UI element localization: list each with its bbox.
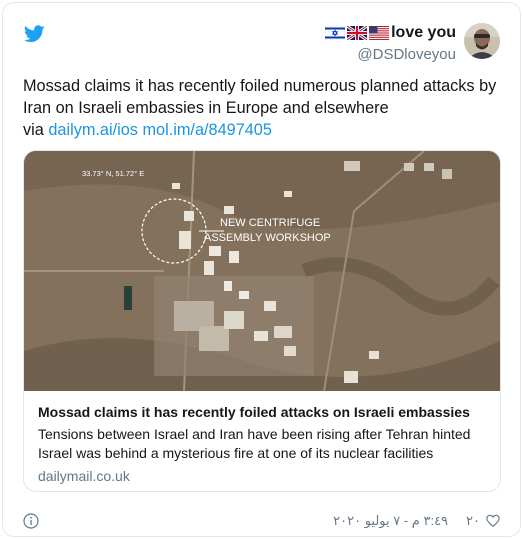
card-domain: dailymail.co.uk (38, 468, 130, 484)
tweet-card[interactable]: love you @DSDloveyou Mossad claims it ha… (2, 2, 521, 537)
tweet-text: Mossad claims it has recently foiled num… (23, 75, 503, 141)
via-label: via (23, 121, 44, 139)
author-name-text: love you (391, 24, 456, 41)
tweet-footer: ٣:٤٩ م - ٧ يوليو ٢٠٢٠ ٢٠ (23, 511, 500, 531)
image-coords-text: 33.73° N, 51.72° E (82, 169, 144, 178)
uk-flag-icon (347, 26, 368, 40)
tweet-main-text: Mossad claims it has recently foiled num… (23, 77, 497, 117)
satellite-image[interactable]: 33.73° N, 51.72° E NEW CENTRIFUGE ASSEMB… (24, 151, 500, 391)
us-flag-icon (369, 26, 390, 40)
like-count: ٢٠ (466, 513, 480, 528)
image-caption-line2: ASSEMBLY WORKSHOP (204, 232, 331, 244)
tweet-link-molim[interactable]: mol.im/a/8497405 (142, 121, 271, 139)
image-caption-line1: NEW CENTRIFUGE (220, 217, 320, 229)
heart-icon[interactable] (486, 514, 500, 528)
card-title[interactable]: Mossad claims it has recently foiled att… (38, 403, 486, 421)
avatar-image (464, 23, 500, 59)
twitter-bird-icon[interactable] (24, 25, 45, 43)
author-block[interactable]: love you @DSDloveyou (325, 23, 500, 63)
timestamp[interactable]: ٣:٤٩ م - ٧ يوليو ٢٠٢٠ (333, 513, 448, 529)
info-icon[interactable] (23, 513, 39, 529)
author-handle[interactable]: @DSDloveyou (325, 46, 456, 63)
avatar[interactable] (464, 23, 500, 59)
israel-flag-icon (325, 26, 346, 40)
card-description: Tensions between Israel and Iran have be… (38, 426, 471, 461)
link-preview-card[interactable]: 33.73° N, 51.72° E NEW CENTRIFUGE ASSEMB… (23, 150, 501, 492)
author-display-name[interactable]: love you (325, 23, 456, 43)
tweet-link-dailymai[interactable]: dailym.ai/ios (48, 121, 138, 139)
card-body[interactable]: Mossad claims it has recently foiled att… (24, 391, 500, 486)
